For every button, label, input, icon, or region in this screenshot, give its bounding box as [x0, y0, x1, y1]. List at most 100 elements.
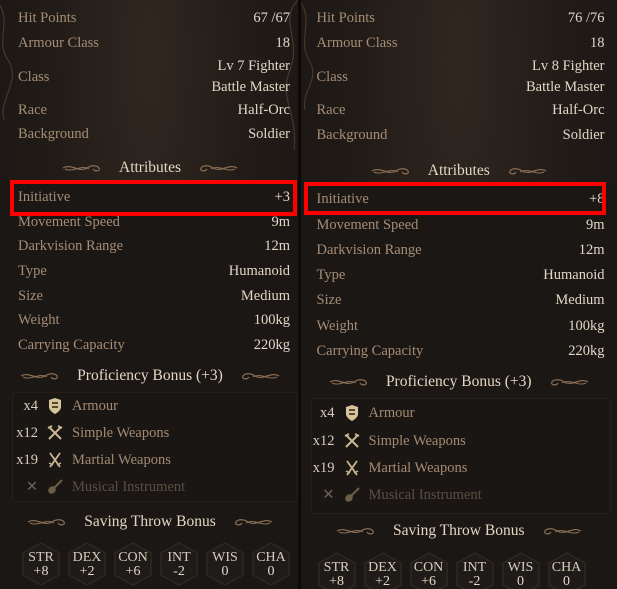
attr-row-carrying-capacity: Carrying Capacity 220kg [317, 343, 605, 360]
flourish-right-icon [539, 525, 583, 537]
proficiency-item-martial-weapons[interactable]: x19 Martial Weapons [14, 451, 171, 469]
stat-label: Armour Class [316, 35, 398, 51]
class-level: Lv 8 Fighter [532, 58, 605, 74]
stat-label: Class [18, 68, 50, 85]
proficiency-item-simple-weapons[interactable]: x12 Simple Weapons [14, 424, 169, 442]
attr-value: Medium [240, 288, 290, 304]
save-cha[interactable]: CHA 0 [547, 552, 586, 589]
proficiency-name: Martial Weapons [72, 451, 171, 468]
attr-label: Size [18, 288, 43, 304]
save-cha[interactable]: CHA 0 [252, 542, 290, 586]
section-title: Attributes [427, 162, 490, 179]
save-bonus: -2 [468, 574, 481, 589]
stat-row-background: Background Soldier [317, 127, 605, 144]
save-str[interactable]: STR +8 [22, 542, 60, 586]
flourish-left-icon [328, 376, 372, 388]
save-bonus: 0 [563, 574, 571, 589]
attr-row-movement-speed: Movement Speed 9m [18, 214, 290, 231]
save-wis[interactable]: WIS 0 [206, 542, 244, 586]
save-bonus: 0 [221, 564, 229, 579]
save-dex[interactable]: DEX +2 [68, 542, 106, 586]
save-str[interactable]: STR +8 [317, 552, 356, 589]
section-title: Attributes [119, 159, 181, 176]
proficiency-name: Simple Weapons [72, 424, 170, 441]
section-title: Proficiency Bonus (+3) [385, 373, 532, 390]
ability-name: STR [28, 550, 54, 565]
proficiency-count: x12 [312, 432, 335, 449]
proficiency-name: Simple Weapons [368, 432, 466, 449]
panel-divider [298, 0, 300, 589]
stat-row-class: Class Lv 8 Fighter Battle Master [317, 56, 605, 98]
attr-label: Type [316, 267, 346, 283]
attr-label: Darkvision Range [18, 238, 124, 254]
save-bonus: +8 [33, 564, 49, 579]
attr-label: Weight [18, 312, 60, 328]
flourish-left-icon [26, 516, 70, 528]
save-wis[interactable]: WIS 0 [501, 552, 540, 589]
save-int[interactable]: INT -2 [160, 542, 198, 586]
stat-value: 18 [275, 35, 291, 51]
stat-label: Background [316, 127, 388, 143]
stat-label: Race [18, 102, 47, 118]
proficiency-name: Armour [72, 397, 118, 414]
proficiency-count: x4 [320, 404, 335, 421]
simple-weapons-icon [343, 432, 361, 450]
attr-row-type: Type Humanoid [18, 263, 290, 280]
section-header-saving-throws: Saving Throw Bonus [0, 513, 300, 531]
attr-label: Size [316, 292, 342, 308]
ability-name: CHA [256, 550, 286, 565]
subclass: Battle Master [525, 79, 605, 95]
ability-name: DEX [72, 550, 102, 565]
stat-label: Class [316, 68, 348, 85]
stat-label: Hit Points [316, 10, 375, 26]
stat-row-hit-points: Hit Points 67 /67 [18, 10, 290, 27]
attr-row-darkvision: Darkvision Range 12m [317, 242, 605, 259]
saving-throws: STR +8 DEX +2 CON +6 INT -2 WIS 0 CHA 0 [22, 542, 298, 586]
proficiency-item-simple-weapons[interactable]: x12 Simple Weapons [311, 432, 466, 450]
section-header-attributes: Attributes [301, 162, 617, 180]
attr-label: Weight [316, 318, 359, 334]
stat-label: Armour Class [18, 35, 99, 51]
save-con[interactable]: CON +6 [409, 552, 448, 589]
stat-label: Background [18, 126, 89, 142]
armour-icon [343, 404, 361, 422]
ability-name: INT [462, 560, 487, 575]
save-bonus: +2 [375, 574, 390, 589]
attr-label: Carrying Capacity [18, 337, 125, 353]
flourish-right-icon [546, 376, 590, 388]
proficiency-item-armour[interactable]: x4 Armour [14, 397, 118, 415]
stat-value: 76 /76 [567, 10, 605, 26]
attr-label: Type [18, 263, 47, 279]
attr-value: 220kg [253, 337, 290, 353]
save-dex[interactable]: DEX +2 [363, 552, 402, 589]
not-proficient-icon: ✕ [322, 486, 335, 503]
save-bonus: +6 [421, 574, 436, 589]
attr-row-type: Type Humanoid [317, 267, 605, 284]
save-int[interactable]: INT -2 [455, 552, 494, 589]
proficiency-item-martial-weapons[interactable]: x19 Martial Weapons [311, 459, 467, 477]
section-title: Proficiency Bonus (+3) [77, 367, 223, 384]
proficiency-item-musical-instrument[interactable]: ✕ Musical Instrument [14, 478, 185, 496]
martial-weapons-icon [343, 459, 361, 477]
save-con[interactable]: CON +6 [114, 542, 152, 586]
not-proficient-icon: ✕ [25, 478, 38, 495]
stat-value: Half-Orc [237, 102, 290, 118]
saving-throws: STR +8 DEX +2 CON +6 INT -2 WIS 0 CHA 0 [317, 552, 594, 589]
section-title: Saving Throw Bonus [393, 522, 525, 539]
proficiency-item-musical-instrument[interactable]: ✕ Musical Instrument [311, 486, 481, 504]
section-header-proficiency: Proficiency Bonus (+3) [301, 373, 617, 391]
highlight-box-initiative [10, 180, 297, 216]
stat-label: Hit Points [18, 10, 77, 26]
proficiency-item-armour[interactable]: x4 Armour [311, 404, 414, 422]
musical-instrument-icon [46, 478, 64, 496]
stat-row-armour-class: Armour Class 18 [18, 35, 290, 52]
attr-value: 100kg [568, 318, 605, 334]
proficiency-name: Musical Instrument [72, 478, 186, 495]
ability-name: WIS [507, 560, 534, 575]
attr-value: Medium [555, 292, 605, 308]
character-sheet-comparison: Hit Points 67 /67 Armour Class 18 Class … [0, 0, 617, 589]
subclass: Battle Master [211, 79, 290, 95]
attr-value: Humanoid [543, 267, 605, 283]
ability-name: INT [167, 550, 191, 565]
stat-row-class: Class Lv 7 Fighter Battle Master [18, 56, 290, 98]
